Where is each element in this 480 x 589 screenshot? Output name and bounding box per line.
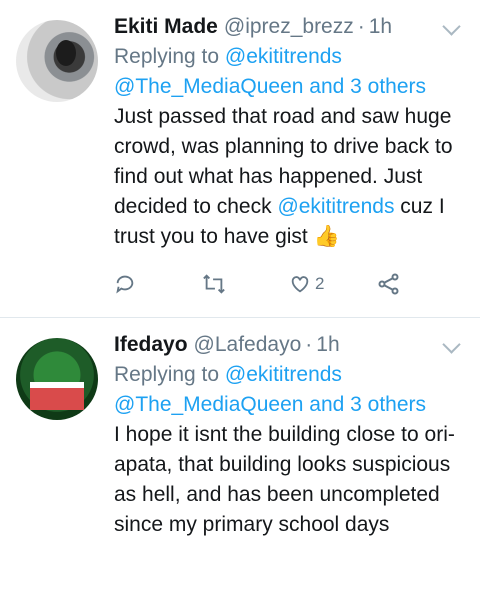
user-handle[interactable]: @Lafedayo	[194, 330, 302, 360]
replying-to: Replying to @ekititrends @The_MediaQueen…	[114, 42, 464, 102]
avatar-figure	[56, 40, 76, 66]
display-name[interactable]: Ifedayo	[114, 330, 188, 360]
tweet-text: Just passed that road and saw huge crowd…	[114, 102, 464, 252]
tweet-body: Ekiti Made @iprez_brezz · 1h Replying to…	[114, 12, 464, 317]
tweet-text: I hope it isnt the building close to ori…	[114, 423, 455, 536]
timestamp[interactable]: 1h	[369, 12, 392, 42]
like-count: 2	[315, 274, 325, 293]
mention-link[interactable]: @ekititrends	[225, 45, 342, 68]
retweet-icon	[202, 274, 225, 294]
retweet-button[interactable]	[202, 273, 290, 295]
reply-others-link[interactable]: @The_MediaQueen and 3 others	[114, 75, 426, 98]
tweet[interactable]: Ifedayo @Lafedayo · 1h Replying to @ekit…	[0, 318, 480, 589]
tweet[interactable]: Ekiti Made @iprez_brezz · 1h Replying to…	[0, 0, 480, 318]
separator-dot: ·	[357, 15, 365, 38]
thumbs-up-emoji: 👍	[313, 225, 340, 248]
share-button[interactable]	[377, 272, 465, 296]
timestamp[interactable]: 1h	[316, 330, 339, 360]
separator-dot: ·	[305, 333, 313, 356]
reply-others-link[interactable]: @The_MediaQueen and 3 others	[114, 393, 426, 416]
mention-link[interactable]: @ekititrends	[277, 195, 394, 218]
replying-to: Replying to @ekititrends @The_MediaQueen…	[114, 360, 464, 420]
tweet-body: Ifedayo @Lafedayo · 1h Replying to @ekit…	[114, 330, 464, 589]
avatar[interactable]	[16, 20, 98, 102]
tweet-actions: 2	[114, 270, 464, 298]
share-icon	[378, 273, 398, 295]
reply-icon	[116, 275, 134, 294]
replying-to-label: Replying to	[114, 363, 220, 386]
mention-link[interactable]: @ekititrends	[225, 363, 342, 386]
replying-to-label: Replying to	[114, 45, 220, 68]
like-icon	[291, 276, 309, 293]
like-button[interactable]: 2	[289, 273, 377, 295]
avatar[interactable]	[16, 338, 98, 420]
display-name[interactable]: Ekiti Made	[114, 12, 218, 42]
tweet-header: Ifedayo @Lafedayo · 1h	[114, 330, 464, 360]
user-handle[interactable]: @iprez_brezz	[224, 12, 354, 42]
tweet-header: Ekiti Made @iprez_brezz · 1h	[114, 12, 464, 42]
avatar-stripe	[30, 382, 84, 410]
reply-button[interactable]	[114, 273, 202, 295]
